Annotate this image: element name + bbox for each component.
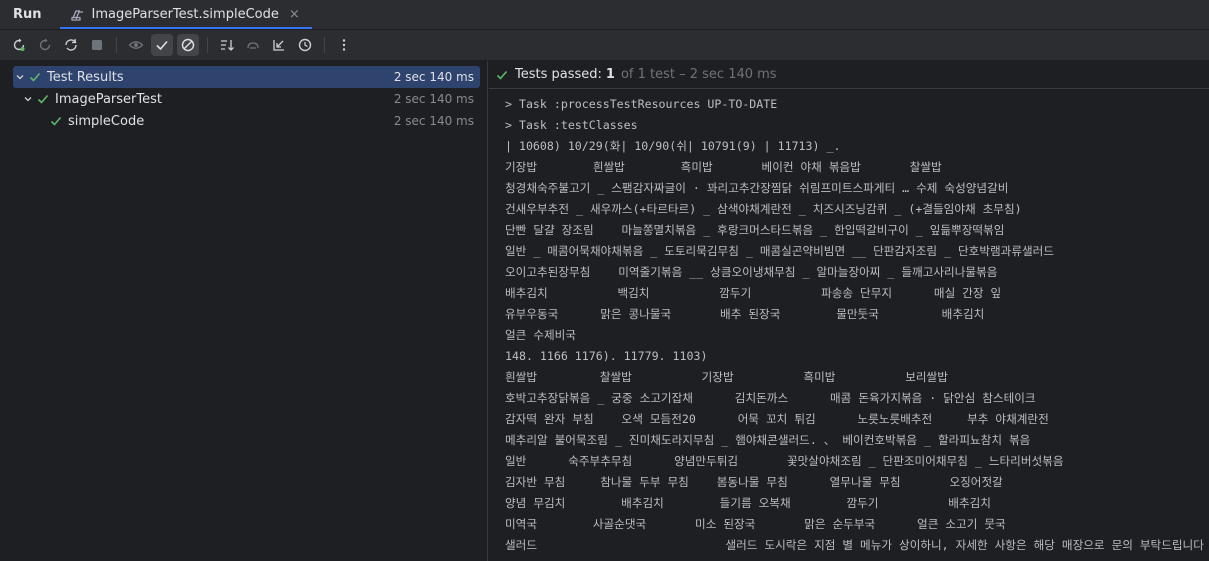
test-summary-bar: Tests passed: 1 of 1 test – 2 sec 140 ms	[489, 61, 1209, 89]
chevron-down-icon[interactable]	[21, 94, 35, 104]
toolbar-separator	[116, 37, 117, 53]
console-line: 샐러드 샐러드 도시락은 지점 별 메뉴가 상이하니, 자세한 사항은 해당 매…	[505, 538, 1205, 552]
console-line: 얼큰 수제비국	[505, 328, 576, 342]
console-line: 단빤 달걀 장조림 마늘쫑멸치볶음 _ 후랑크머스타드볶음 _ 한입떡갈비구이 …	[505, 223, 1005, 237]
tree-row-duration: 2 sec 140 ms	[393, 114, 474, 128]
tree-row-image-parser-test[interactable]: ImageParserTest 2 sec 140 ms	[21, 88, 480, 110]
tree-row-duration: 2 sec 140 ms	[393, 70, 474, 84]
toolbar-separator	[324, 37, 325, 53]
tree-row-label: simpleCode	[68, 113, 145, 129]
history-icon[interactable]	[294, 34, 316, 56]
tree-row-duration: 2 sec 140 ms	[393, 92, 474, 106]
tree-row-test-results[interactable]: Test Results 2 sec 140 ms	[13, 66, 480, 88]
passed-check-icon	[495, 68, 509, 82]
tab-image-parser-test-simple-code[interactable]: ImageParserTest.simpleCode ×	[59, 0, 312, 29]
console-line: 기장밥 흰쌀밥 흑미밥 베이컨 야채 볶음밥 찰쌀밥	[505, 160, 942, 174]
tree-row-label: Test Results	[47, 69, 124, 85]
console-line: 배추김치 백김치 깜두기 파송송 단무지 매실 간장 잎	[505, 286, 1002, 300]
tests-passed-label: Tests passed:	[515, 67, 602, 82]
console-line: 김자반 무침 참나물 두부 무침 봄동나물 무침 열무나물 무침 오징어젓갈	[505, 475, 1003, 489]
console-line: > Task :testClasses	[505, 118, 638, 132]
run-tool-window-tabbar: Run ImageParserTest.simpleCode ×	[0, 0, 1209, 30]
toggle-auto-test-icon[interactable]	[60, 34, 82, 56]
passed-check-icon	[35, 92, 51, 106]
tree-row-simple-code[interactable]: simpleCode 2 sec 140 ms	[48, 110, 480, 132]
console-line: 메추리알 불어묵조림 _ 진미채도라지무침 _ 햄야채콘샐러드. 、 베이컨호박…	[505, 433, 1031, 447]
test-toolbar	[0, 30, 1209, 61]
show-passed-icon[interactable]	[151, 34, 173, 56]
console-line: 미역국 사골순댓국 미소 된장국 맑은 순두부국 얼큰 소고기 뭇국	[505, 517, 1006, 531]
show-ignored-icon[interactable]	[125, 34, 147, 56]
collapse-icon[interactable]	[268, 34, 290, 56]
console-line: 흰쌀밥 찰쌀밥 기장밥 흑미밥 보리쌀밥	[505, 370, 948, 384]
console-line: 호박고추장닭볶음 _ 궁중 소고기잡채 김치돈까스 매콤 돈육가지볶음 · 닭안…	[505, 391, 1036, 405]
console-panel: Tests passed: 1 of 1 test – 2 sec 140 ms…	[489, 61, 1209, 561]
passed-check-icon	[48, 114, 64, 128]
show-ignored-toggle-icon[interactable]	[177, 34, 199, 56]
console-line: 유부우동국 맑은 콩나물국 배추 된장국 물만둣국 배추김치	[505, 307, 985, 321]
import-tests-icon[interactable]	[242, 34, 264, 56]
console-line: 148. 1166 1176). 11779. 1103)	[505, 349, 708, 363]
tests-passed-detail: of 1 test – 2 sec 140 ms	[620, 67, 777, 82]
more-icon[interactable]	[333, 34, 355, 56]
console-line: 일반 _ 매콤어묵채야채볶음 _ 도토리묵김무침 _ 매콤실곤약비빔면 __ 단…	[505, 244, 1054, 258]
console-line: | 10608) 10/29(화| 10/90(쉬| 10791(9) | 11…	[505, 139, 841, 153]
console-line: 양념 무김치 배추김치 들기름 오복채 깜두기 배추김치	[505, 496, 991, 510]
sort-icon[interactable]	[216, 34, 238, 56]
run-tool-window-title: Run	[13, 7, 42, 22]
console-line: 일반 숙주부추무침 양념만두튀김 꽃맛살야채조림 _ 단판조미어채무침 _ 느타…	[505, 454, 1064, 468]
console-line: > Task :processTestResources UP-TO-DATE	[505, 97, 778, 111]
console-line: 오이고추된장무침 미역줄기볶음 __ 상큼오이냉채무침 _ 알마늘장아찌 _ 들…	[505, 265, 998, 279]
rerun-failed-icon[interactable]	[34, 34, 56, 56]
console-line: 감자떡 완자 부침 오색 모듬전20 어묵 꼬치 튀김 노릇노릇배추전 부추 야…	[505, 412, 1049, 426]
stop-icon[interactable]	[86, 34, 108, 56]
console-output[interactable]: > Task :processTestResources UP-TO-DATE …	[505, 94, 1205, 556]
toolbar-separator	[207, 37, 208, 53]
chevron-down-icon[interactable]	[13, 72, 27, 82]
test-run-config-icon	[70, 8, 86, 22]
tests-passed-count: 1	[605, 67, 615, 82]
close-icon[interactable]: ×	[289, 7, 300, 22]
tree-row-label: ImageParserTest	[55, 91, 162, 107]
test-tree-panel: Test Results 2 sec 140 ms ImageParserTes…	[0, 61, 488, 561]
passed-check-icon	[27, 70, 43, 84]
console-line: 건새우부추전 _ 새우까스(+타르타르) _ 삼색야채계란전 _ 치즈시즈닝감퀴…	[505, 202, 1022, 216]
tab-title: ImageParserTest.simpleCode	[91, 7, 279, 22]
rerun-icon[interactable]	[8, 34, 30, 56]
console-line: 청경채숙주불고기 _ 스팸감자짜글이 · 꽈리고추간장찜닭 쉬림프미트스파게티 …	[505, 181, 1009, 195]
